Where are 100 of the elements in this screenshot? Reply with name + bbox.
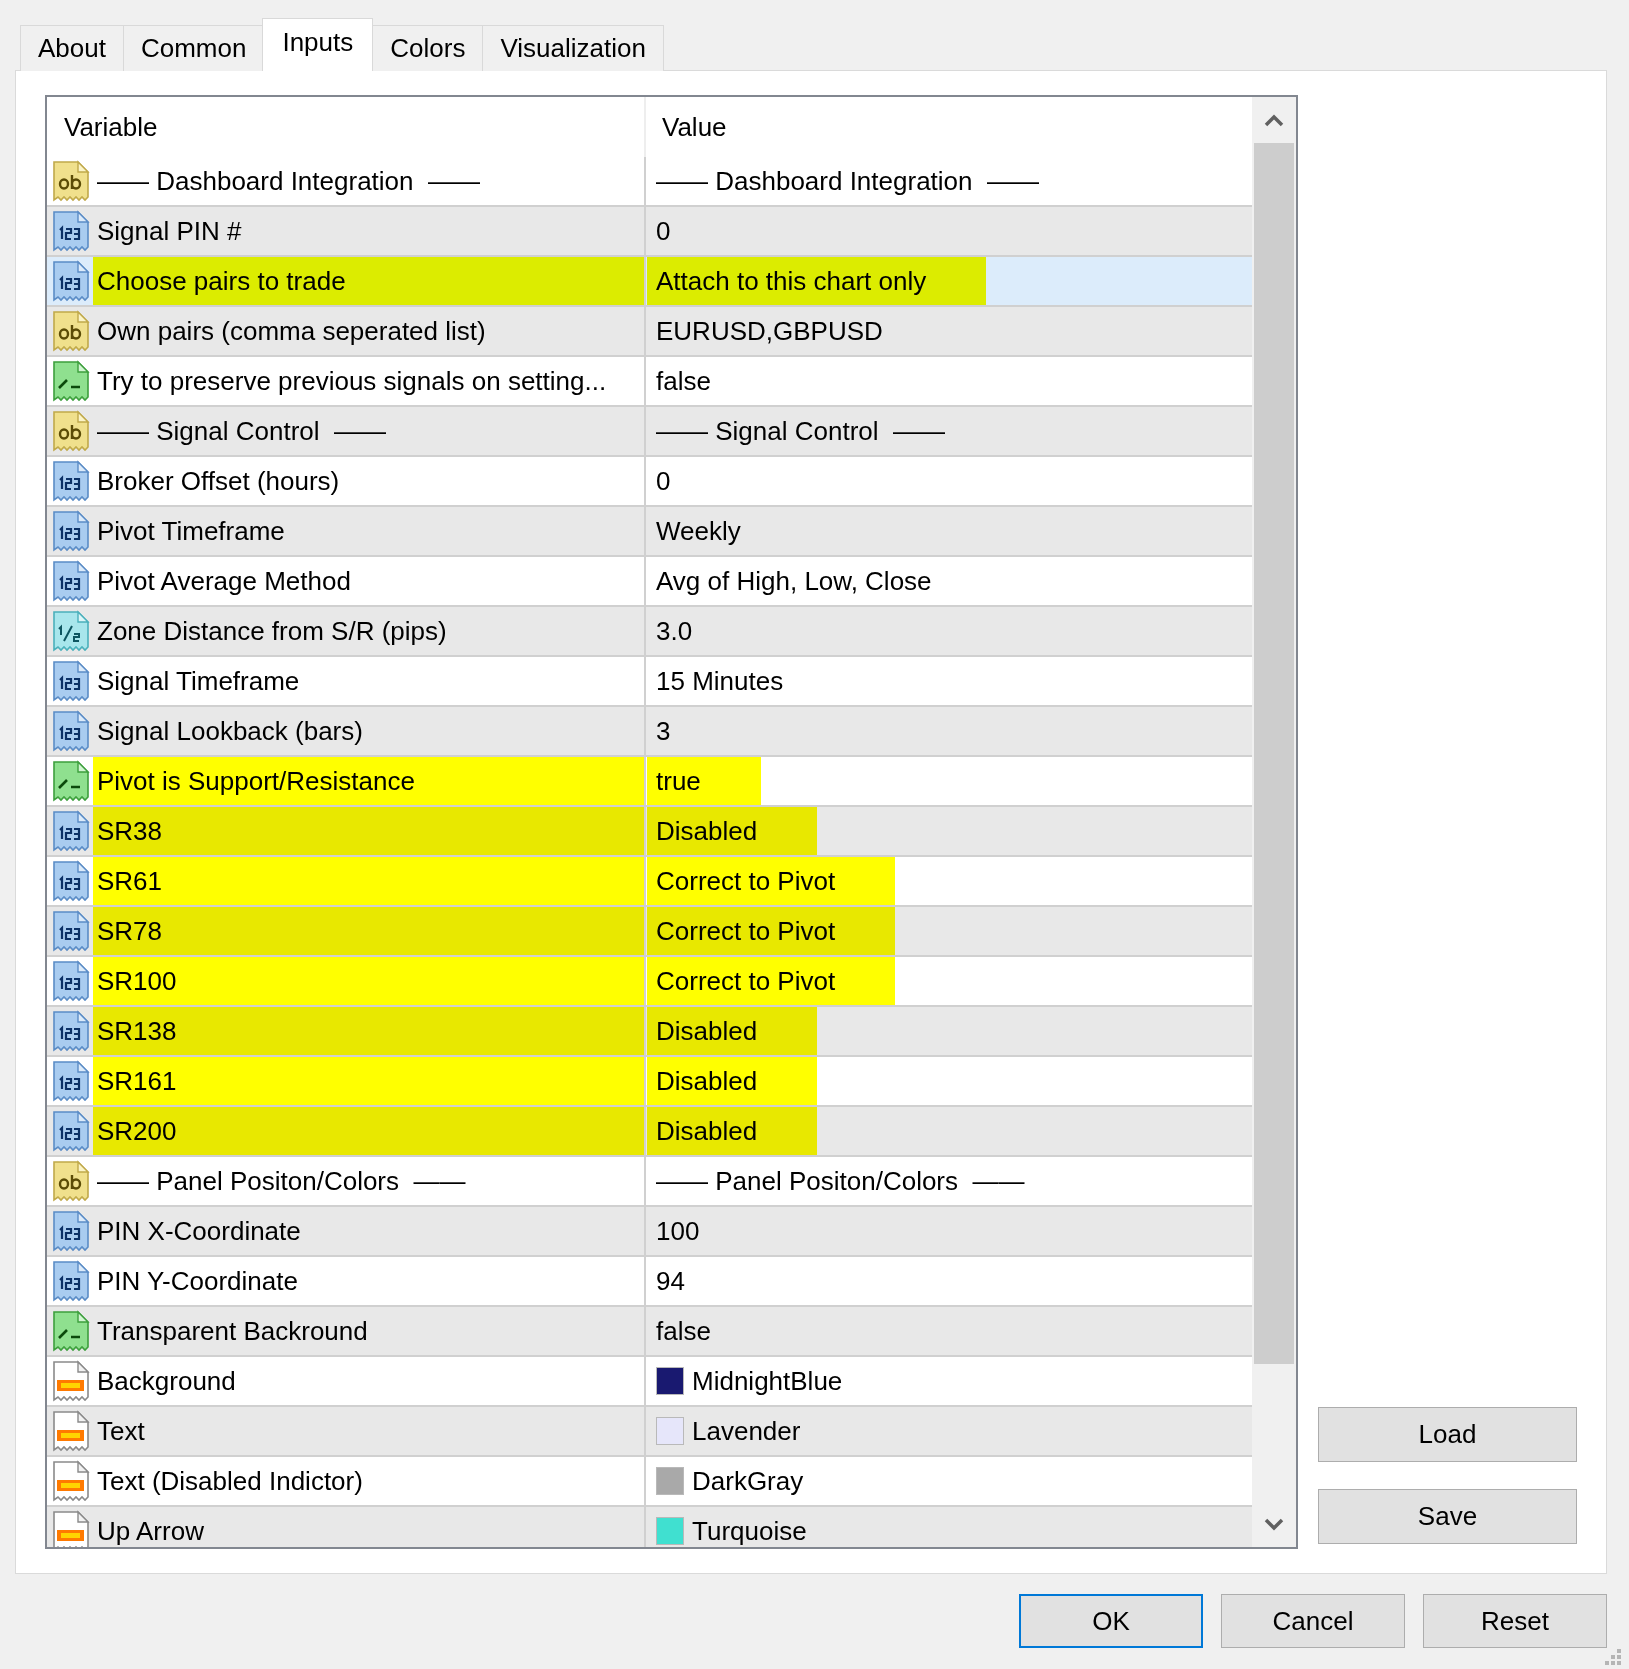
parameter-value[interactable]: MidnightBlue	[684, 1357, 847, 1405]
parameter-row[interactable]: Signal Lookback (bars) 3	[47, 707, 1252, 757]
dialog-button[interactable]: Cancel	[1221, 1594, 1405, 1648]
parameter-value[interactable]: 15 Minutes	[647, 657, 788, 705]
integer-type-icon	[51, 1210, 91, 1252]
tab[interactable]: Common	[122, 25, 265, 71]
integer-type-icon	[51, 210, 91, 252]
parameter-value[interactable]: Lavender	[684, 1407, 805, 1455]
parameter-row[interactable]: PIN X-Coordinate 100	[47, 1207, 1252, 1257]
parameter-row[interactable]: SR38 Disabled	[47, 807, 1252, 857]
parameter-value[interactable]: —— Dashboard Integration ——	[647, 157, 1043, 205]
parameter-value[interactable]: —— Signal Control ——	[647, 407, 949, 455]
parameter-row[interactable]: Own pairs (comma seperated list) EURUSD,GBPUSD	[47, 307, 1252, 357]
parameter-row[interactable]: Pivot is Support/Resistance true	[47, 757, 1252, 807]
dialog-button[interactable]: Reset	[1423, 1594, 1607, 1648]
parameter-value[interactable]: EURUSD,GBPUSD	[647, 307, 887, 355]
parameter-row[interactable]: Up Arrow Turquoise	[47, 1507, 1252, 1547]
variable-name: SR100	[93, 957, 644, 1005]
parameter-row[interactable]: —— Dashboard Integration —— —— Dashboard Integration ——	[47, 157, 1252, 207]
string-type-icon	[51, 1160, 91, 1202]
variable-name: Background	[96, 1364, 237, 1398]
integer-type-icon	[51, 460, 91, 502]
variable-name: PIN X-Coordinate	[96, 1214, 302, 1248]
parameter-value[interactable]: DarkGray	[684, 1457, 808, 1505]
parameter-row[interactable]: Signal PIN # 0	[47, 207, 1252, 257]
parameter-row[interactable]: Try to preserve previous signals on setting... false	[47, 357, 1252, 407]
parameter-row[interactable]: Signal Timeframe 15 Minutes	[47, 657, 1252, 707]
parameter-value[interactable]: —— Panel Positon/Colors ——	[647, 1157, 1029, 1205]
variable-name: —— Panel Positon/Colors ——	[96, 1164, 467, 1198]
parameter-value[interactable]: 0	[647, 457, 675, 505]
parameter-row[interactable]: SR100 Correct to Pivot	[47, 957, 1252, 1007]
boolean-type-icon	[51, 360, 91, 402]
parameter-row[interactable]: SR61 Correct to Pivot	[47, 857, 1252, 907]
variable-name: PIN Y-Coordinate	[96, 1264, 299, 1298]
dialog-button[interactable]: OK	[1019, 1594, 1203, 1648]
variable-name: Transparent Backround	[96, 1314, 369, 1348]
tab[interactable]: Colors	[372, 25, 484, 71]
parameter-row[interactable]: Zone Distance from S/R (pips) 3.0	[47, 607, 1252, 657]
caret-up-icon[interactable]	[1264, 113, 1284, 127]
parameter-row[interactable]: Pivot Timeframe Weekly	[47, 507, 1252, 557]
boolean-type-icon	[51, 760, 91, 802]
tab[interactable]: Inputs	[262, 18, 374, 71]
integer-type-icon	[51, 510, 91, 552]
caret-down-icon[interactable]	[1264, 1517, 1284, 1531]
variable-name: Pivot is Support/Resistance	[93, 757, 644, 805]
parameter-value[interactable]: 100	[647, 1207, 704, 1255]
parameter-row[interactable]: Text Lavender	[47, 1407, 1252, 1457]
parameter-row[interactable]: PIN Y-Coordinate 94	[47, 1257, 1252, 1307]
parameter-row[interactable]: Broker Offset (hours) 0	[47, 457, 1252, 507]
tab[interactable]: Visualization	[482, 25, 664, 71]
parameter-value[interactable]: Attach to this chart only	[647, 257, 987, 305]
variable-name: SR200	[93, 1107, 644, 1155]
parameter-value[interactable]: false	[647, 1307, 715, 1355]
variable-name: Up Arrow	[96, 1514, 205, 1547]
parameter-value[interactable]: false	[647, 357, 715, 405]
color-type-icon	[51, 1410, 91, 1452]
parameter-value[interactable]: Turquoise	[684, 1507, 811, 1547]
parameter-row[interactable]: —— Signal Control —— —— Signal Control ——	[47, 407, 1252, 457]
parameter-row[interactable]: SR138 Disabled	[47, 1007, 1252, 1057]
parameter-value[interactable]: Avg of High, Low, Close	[647, 557, 936, 605]
parameter-row[interactable]: Text (Disabled Indictor) DarkGray	[47, 1457, 1252, 1507]
parameter-row[interactable]: —— Panel Positon/Colors —— —— Panel Positon/Colors ——	[47, 1157, 1252, 1207]
parameter-row[interactable]: SR161 Disabled	[47, 1057, 1252, 1107]
resize-grip-icon	[1605, 1649, 1621, 1665]
side-button[interactable]: Load	[1318, 1407, 1577, 1462]
parameter-value[interactable]: 94	[647, 1257, 689, 1305]
variable-name: Text (Disabled Indictor)	[96, 1464, 364, 1498]
side-button[interactable]: Save	[1318, 1489, 1577, 1544]
parameter-value[interactable]: 0	[647, 207, 675, 255]
parameter-row[interactable]: SR78 Correct to Pivot	[47, 907, 1252, 957]
integer-type-icon	[51, 560, 91, 602]
variable-name: Pivot Average Method	[96, 564, 352, 598]
parameter-value[interactable]: Disabled	[647, 807, 818, 855]
parameter-value[interactable]: Disabled	[647, 1057, 818, 1105]
parameter-value[interactable]: Correct to Pivot	[647, 857, 896, 905]
parameter-value[interactable]: true	[647, 757, 761, 805]
parameter-value[interactable]: Disabled	[647, 1007, 818, 1055]
tab[interactable]: About	[20, 25, 124, 71]
parameter-row[interactable]: Choose pairs to trade Attach to this chart only	[47, 257, 1252, 307]
parameter-value[interactable]: Correct to Pivot	[647, 957, 896, 1005]
variable-name: Choose pairs to trade	[93, 257, 644, 305]
parameter-value[interactable]: Weekly	[647, 507, 745, 555]
variable-name: Try to preserve previous signals on setting...	[96, 364, 608, 398]
parameter-value[interactable]: Disabled	[647, 1107, 818, 1155]
parameter-value[interactable]: Correct to Pivot	[647, 907, 896, 955]
parameter-value[interactable]: 3	[647, 707, 675, 755]
variable-name: SR61	[93, 857, 644, 905]
parameter-row[interactable]: Transparent Backround false	[47, 1307, 1252, 1357]
integer-type-icon	[51, 260, 91, 302]
parameter-row[interactable]: Pivot Average Method Avg of High, Low, Close	[47, 557, 1252, 607]
parameter-value[interactable]: 3.0	[647, 607, 697, 655]
parameter-row[interactable]: Background MidnightBlue	[47, 1357, 1252, 1407]
parameter-row[interactable]: SR200 Disabled	[47, 1107, 1252, 1157]
integer-type-icon	[51, 1110, 91, 1152]
variable-name: Signal Lookback (bars)	[96, 714, 364, 748]
variable-name: Text	[96, 1414, 146, 1448]
integer-type-icon	[51, 660, 91, 702]
scrollbar-thumb[interactable]	[1254, 143, 1294, 1364]
double-type-icon	[51, 610, 91, 652]
variable-name: Pivot Timeframe	[96, 514, 286, 548]
